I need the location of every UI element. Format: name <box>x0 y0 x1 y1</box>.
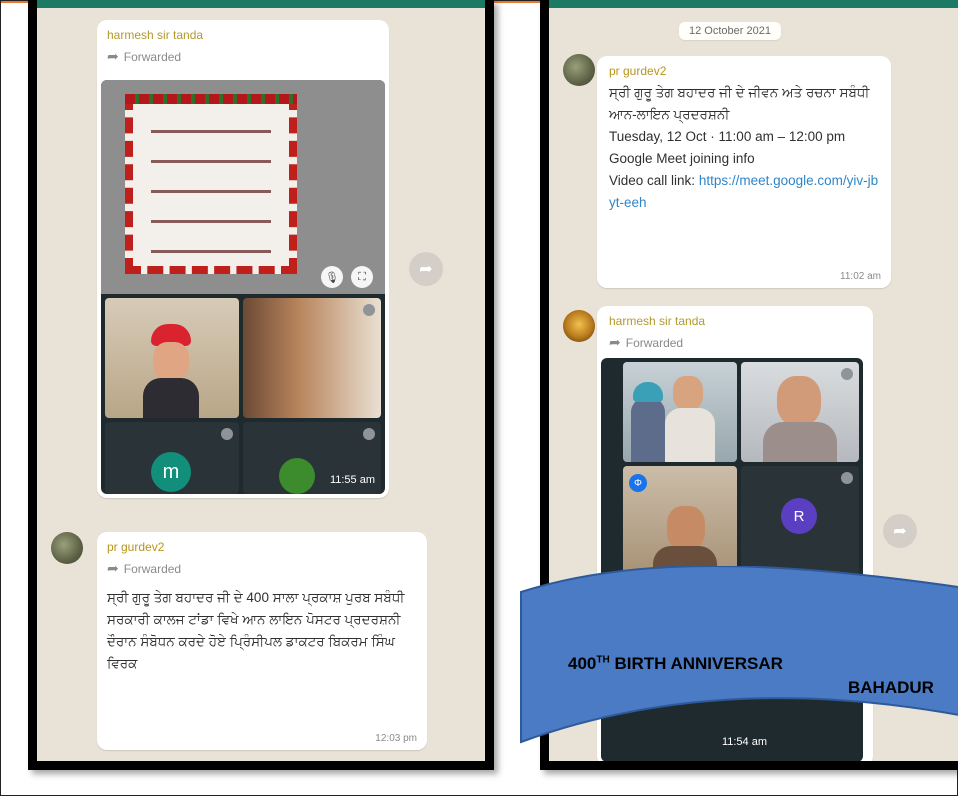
participant-avatar: m <box>151 452 191 492</box>
shared-screen-tile: 🎙 ⛶ <box>101 80 385 294</box>
forwarded-label: ➦ Forwarded <box>609 334 684 350</box>
chat-header-bar <box>37 0 485 8</box>
forwarded-label: ➦ Forwarded <box>107 560 182 576</box>
left-screenshot-frame: harmesh sir tanda ➦ Forwarded 🎙 ⛶ m 11:5… <box>28 0 494 770</box>
forwarded-label: ➦ Forwarded <box>107 48 182 64</box>
date-separator: 12 October 2021 <box>679 22 781 40</box>
video-call-link-line: Video call link: https://meet.google.com… <box>609 173 879 210</box>
cake-image <box>125 94 297 274</box>
message-time: 11:55 am <box>329 474 375 486</box>
participant-tile <box>741 362 859 462</box>
event-time: Tuesday, 12 Oct · 11:00 am – 12:00 pm <box>609 129 846 144</box>
sender-name: harmesh sir tanda <box>609 314 706 328</box>
event-title: ਸ੍ਰੀ ਗੁਰੂ ਤੇਗ ਬਹਾਦਰ ਜੀ ਦੇ ਜੀਵਨ ਅਤੇ ਰਚਨਾ … <box>609 85 870 122</box>
forward-arrow-icon: ➦ <box>107 48 119 64</box>
avatar <box>51 532 83 564</box>
sender-name: harmesh sir tanda <box>107 28 204 42</box>
message-text: ਸ੍ਰੀ ਗੁਰੂ ਤੇਗ ਬਹਾਦਰ ਜੀ ਦੇ 400 ਸਾਲਾ ਪ੍ਰਕਾ… <box>107 590 405 671</box>
meet-info: Google Meet joining info <box>609 151 755 166</box>
message-bubble-media[interactable]: harmesh sir tanda ➦ Forwarded <box>97 20 389 498</box>
share-icon[interactable]: ➦ <box>883 514 917 548</box>
video-call-screenshot[interactable]: 🎙 ⛶ m 11:55 am <box>101 80 385 494</box>
participant-tile: m <box>105 422 239 494</box>
participant-tile: 11:55 am <box>243 422 381 494</box>
participant-tile: R <box>741 466 859 576</box>
avatar <box>563 54 595 86</box>
share-icon[interactable]: ➦ <box>409 252 443 286</box>
participant-person <box>143 324 199 418</box>
participant-tile <box>243 298 381 418</box>
mic-icon[interactable]: 🎙 <box>321 266 343 288</box>
message-bubble-text[interactable]: pr gurdev2 ਸ੍ਰੀ ਗੁਰੂ ਤੇਗ ਬਹਾਦਰ ਜੀ ਦੇ ਜੀਵ… <box>597 56 891 288</box>
avatar <box>563 310 595 342</box>
fullscreen-icon[interactable]: ⛶ <box>351 266 373 288</box>
chat-header-bar <box>549 0 958 8</box>
message-time: 11:02 am <box>840 271 881 282</box>
sender-name: pr gurdev2 <box>609 64 667 78</box>
forward-arrow-icon: ➦ <box>107 560 119 576</box>
participant-tile: Φ <box>623 466 737 576</box>
sender-name: pr gurdev2 <box>107 540 165 554</box>
message-bubble-text[interactable]: pr gurdev2 ➦ Forwarded ਸ੍ਰੀ ਗੁਰੂ ਤੇਗ ਬਹਾ… <box>97 532 427 750</box>
participant-avatar: R <box>781 498 817 534</box>
forward-arrow-icon: ➦ <box>609 334 621 350</box>
message-time: 12:03 pm <box>375 733 417 744</box>
participant-tile <box>623 362 737 462</box>
banner-title-line2: BAHADUR <box>848 678 934 697</box>
banner-title-line1: 400TH BIRTH ANNIVERSAR <box>568 654 783 673</box>
participant-tile <box>105 298 239 418</box>
left-chat-screen: harmesh sir tanda ➦ Forwarded 🎙 ⛶ m 11:5… <box>37 0 485 761</box>
